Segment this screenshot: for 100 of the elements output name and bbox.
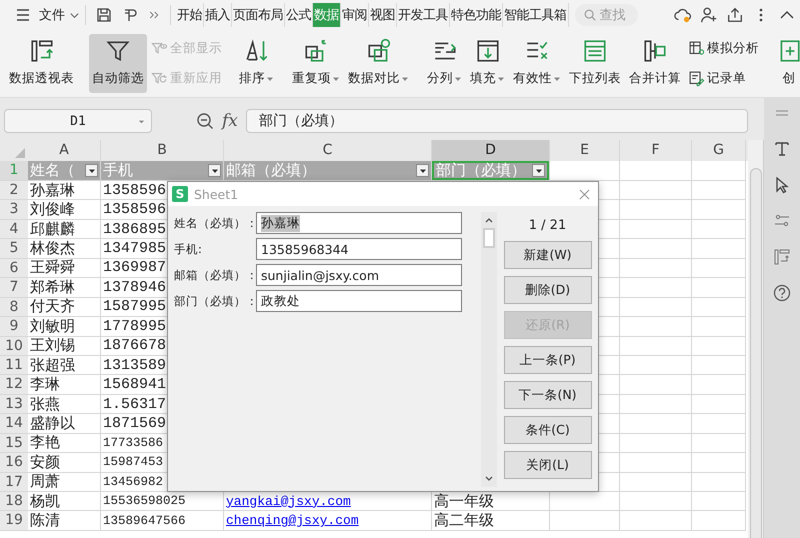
row-header[interactable]: 4 xyxy=(0,220,28,240)
row-header[interactable]: 3 xyxy=(0,200,28,220)
ribbon-button[interactable]: 有效性 xyxy=(510,34,564,93)
menu-icon[interactable] xyxy=(15,7,31,23)
ribbon-button[interactable]: 模拟分析 xyxy=(686,38,761,60)
empty-cell[interactable] xyxy=(692,394,746,414)
ribbon-button[interactable]: 自动筛选 xyxy=(89,34,147,93)
input-field[interactable]: 孙嘉琳 xyxy=(256,212,462,234)
function-label[interactable]: fx xyxy=(222,111,238,131)
empty-cell[interactable] xyxy=(620,394,692,414)
dialog-button[interactable]: 上一条(P) xyxy=(504,346,592,374)
column-header[interactable]: D xyxy=(432,140,550,161)
row-header[interactable]: 12 xyxy=(0,375,28,395)
empty-cell[interactable] xyxy=(620,220,692,240)
row-header[interactable]: 11 xyxy=(0,356,28,376)
empty-cell[interactable] xyxy=(620,278,692,298)
text-icon[interactable] xyxy=(773,140,791,158)
empty-cell[interactable] xyxy=(620,161,692,181)
file-menu[interactable]: 文件 xyxy=(39,6,65,24)
ribbon-button[interactable]: 排序 xyxy=(236,34,277,93)
row-header[interactable]: 18 xyxy=(0,492,28,512)
row-header[interactable]: 19 xyxy=(0,511,28,531)
scroll-thumb[interactable] xyxy=(483,228,495,248)
zoom-icon[interactable] xyxy=(196,112,214,130)
empty-cell[interactable] xyxy=(692,356,746,376)
ribbon-button[interactable]: 重复项 xyxy=(289,34,343,93)
ribbon-button[interactable]: 数据透视表 xyxy=(6,34,77,93)
dialog-button[interactable]: 下一条(N) xyxy=(504,381,592,409)
row-header[interactable]: 10 xyxy=(0,336,28,356)
empty-cell[interactable] xyxy=(692,317,746,336)
empty-cell[interactable] xyxy=(692,258,746,278)
ribbon-button[interactable]: 记录单 xyxy=(686,68,761,89)
scroll-thumb[interactable] xyxy=(750,168,762,538)
empty-cell[interactable] xyxy=(620,181,692,200)
dialog-button[interactable]: 条件(C) xyxy=(504,416,592,444)
empty-cell[interactable] xyxy=(692,434,746,454)
empty-cell[interactable] xyxy=(620,492,692,512)
empty-cell[interactable] xyxy=(620,472,692,492)
row-header[interactable]: 6 xyxy=(0,258,28,278)
row-header[interactable]: 14 xyxy=(0,414,28,434)
input-field[interactable]: 政教处 xyxy=(256,290,462,312)
empty-cell[interactable] xyxy=(620,375,692,395)
empty-cell[interactable] xyxy=(620,434,692,454)
menu-tab[interactable]: 视图 xyxy=(369,3,397,27)
empty-cell[interactable] xyxy=(620,258,692,278)
ribbon-button[interactable]: 分列 xyxy=(424,34,465,93)
empty-cell[interactable] xyxy=(692,278,746,298)
double-chevron-icon[interactable] xyxy=(148,9,160,21)
row-header[interactable]: 7 xyxy=(0,278,28,298)
empty-cell[interactable] xyxy=(692,298,746,318)
pivot-table-icon[interactable] xyxy=(773,248,791,266)
ribbon-button[interactable]: 数据对比 xyxy=(345,34,412,93)
empty-cell[interactable] xyxy=(620,414,692,434)
dialog-button[interactable]: 删除(D) xyxy=(504,276,592,304)
menu-tab[interactable]: 特色功能 xyxy=(450,3,503,27)
menu-tab[interactable]: 开始 xyxy=(176,3,204,27)
empty-cell[interactable] xyxy=(692,511,746,531)
menu-tab[interactable]: 审阅 xyxy=(341,3,369,27)
column-header[interactable]: F xyxy=(620,140,692,161)
row-header[interactable]: 15 xyxy=(0,434,28,454)
row-header[interactable]: 9 xyxy=(0,317,28,336)
empty-cell[interactable] xyxy=(692,239,746,259)
empty-cell[interactable] xyxy=(692,375,746,395)
close-icon[interactable] xyxy=(579,188,590,200)
add-user-icon[interactable] xyxy=(700,6,718,24)
format-painter-icon[interactable] xyxy=(122,7,138,23)
row-header[interactable]: 16 xyxy=(0,453,28,473)
filter-button[interactable] xyxy=(416,164,429,177)
share-icon[interactable] xyxy=(726,6,744,24)
filter-button[interactable] xyxy=(85,164,98,177)
email-link[interactable]: yangkai@jsxy.com xyxy=(224,494,351,509)
empty-cell[interactable] xyxy=(692,161,746,181)
empty-cell[interactable] xyxy=(550,511,620,531)
empty-cell[interactable] xyxy=(692,220,746,240)
empty-cell[interactable] xyxy=(620,336,692,356)
filter-button[interactable] xyxy=(208,164,221,177)
empty-cell[interactable] xyxy=(692,200,746,220)
email-link[interactable]: chenqing@jsxy.com xyxy=(224,513,359,528)
formula-field[interactable]: 部门（必填） xyxy=(246,109,748,133)
empty-cell[interactable] xyxy=(620,511,692,531)
empty-cell[interactable] xyxy=(692,336,746,356)
ribbon-button[interactable]: 创 xyxy=(773,34,800,93)
empty-cell[interactable] xyxy=(620,356,692,376)
menu-tab[interactable]: 插入 xyxy=(204,3,232,27)
empty-cell[interactable] xyxy=(620,298,692,318)
name-box[interactable]: D1 xyxy=(4,109,152,133)
empty-cell[interactable] xyxy=(620,317,692,336)
ribbon-button[interactable]: 合并计算 xyxy=(626,34,684,93)
empty-cell[interactable] xyxy=(620,200,692,220)
empty-cell[interactable] xyxy=(692,472,746,492)
column-header[interactable]: E xyxy=(550,140,620,161)
dialog-button[interactable]: 关闭(L) xyxy=(504,451,592,479)
ribbon-button[interactable]: 下拉列表 xyxy=(566,34,624,93)
row-header[interactable]: 2 xyxy=(0,181,28,200)
empty-cell[interactable] xyxy=(692,181,746,200)
input-field[interactable]: 13585968344 xyxy=(256,238,462,260)
cloud-icon[interactable] xyxy=(674,6,692,24)
row-header[interactable]: 17 xyxy=(0,472,28,492)
row-header[interactable]: 8 xyxy=(0,298,28,318)
empty-cell[interactable] xyxy=(692,414,746,434)
